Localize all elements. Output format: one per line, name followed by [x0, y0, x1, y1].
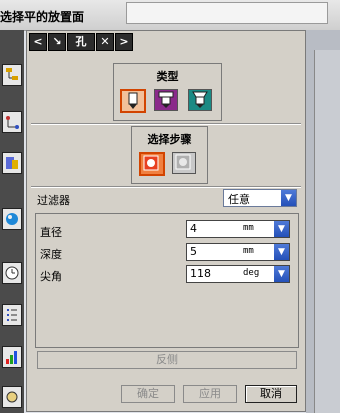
apply-button[interactable]: 应用 — [183, 385, 237, 403]
close-tab-button[interactable]: ✕ — [96, 33, 114, 51]
depth-label: 深度 — [40, 248, 62, 261]
diameter-value: 4 — [190, 222, 197, 235]
left-toolbar — [0, 30, 24, 413]
clock-tool[interactable] — [0, 258, 24, 288]
navigator-icon — [6, 391, 18, 403]
shrink-tab-button[interactable]: ↘ — [48, 33, 66, 51]
layer-icon — [6, 157, 18, 169]
palette-icon — [6, 213, 18, 225]
depth-field[interactable]: 5 mm ▼ — [186, 243, 290, 261]
type-group: 类型 — [113, 63, 222, 121]
chevron-down-icon[interactable]: ▼ — [274, 266, 289, 282]
cancel-button[interactable]: 取消 — [245, 385, 297, 403]
depth-unit: mm — [243, 246, 254, 256]
diameter-unit: mm — [243, 223, 254, 233]
chevron-down-icon[interactable]: ▼ — [274, 221, 289, 237]
diameter-field[interactable]: 4 mm ▼ — [186, 220, 290, 238]
graphics-area-edge — [306, 30, 340, 413]
tree-tool[interactable] — [0, 107, 24, 137]
prev-tab-button[interactable]: < — [29, 33, 47, 51]
through-face-icon — [175, 154, 191, 170]
window-titlebar: 选择平的放置面 — [0, 0, 340, 31]
countersink-hole-icon — [192, 91, 208, 108]
filter-dropdown[interactable]: 任意 ▼ — [223, 189, 297, 207]
list-icon — [7, 309, 17, 321]
filter-value: 任意 — [228, 193, 250, 206]
select-steps-label: 选择步骤 — [147, 133, 192, 146]
countersink-hole-button[interactable] — [188, 89, 212, 111]
simple-hole-button[interactable] — [120, 89, 146, 113]
color-chart-icon — [6, 351, 17, 364]
chevron-down-icon[interactable]: ▼ — [274, 244, 289, 260]
tip-angle-label: 尖角 — [40, 270, 62, 283]
separator — [31, 123, 301, 125]
next-tab-button[interactable]: > — [115, 33, 133, 51]
simple-hole-icon — [128, 92, 138, 109]
through-face-button[interactable] — [172, 152, 196, 174]
list-tool[interactable] — [0, 300, 24, 330]
select-steps-group: 选择步骤 — [131, 126, 208, 184]
chevron-down-icon: ▼ — [281, 190, 296, 206]
clock-icon — [5, 266, 19, 280]
hole-dialog: < ↘ 孔 ✕ > 类型 选择步骤 过滤器 任意 ▼ 直径 4 mm ▼ 深度 … — [26, 30, 306, 412]
ok-button[interactable]: 确定 — [121, 385, 175, 403]
separator — [31, 186, 301, 188]
diameter-label: 直径 — [40, 226, 62, 239]
depth-value: 5 — [190, 245, 197, 258]
color-chart-tool[interactable] — [0, 342, 24, 372]
tree-icon — [6, 116, 19, 129]
tip-angle-value: 118 — [190, 267, 211, 280]
navigator-tool[interactable] — [0, 382, 24, 412]
dialog-tabbar: < ↘ 孔 ✕ > — [29, 33, 133, 51]
layer-tool[interactable] — [0, 148, 24, 178]
window-title: 选择平的放置面 — [0, 10, 85, 24]
placement-face-icon — [143, 155, 159, 171]
graphics-area-panel — [314, 50, 340, 413]
counterbore-hole-button[interactable] — [154, 89, 178, 111]
tip-angle-field[interactable]: 118 deg ▼ — [186, 265, 290, 283]
hierarchy-tool[interactable] — [0, 60, 24, 90]
title-field — [126, 2, 328, 24]
placement-face-button[interactable] — [139, 152, 165, 176]
reverse-side-button[interactable]: 反侧 — [37, 351, 297, 369]
tip-angle-unit: deg — [243, 268, 260, 278]
parameters-panel: 直径 4 mm ▼ 深度 5 mm ▼ 尖角 118 deg ▼ — [35, 213, 299, 348]
hole-tab[interactable]: 孔 — [67, 33, 95, 51]
hierarchy-icon — [6, 68, 18, 80]
filter-label: 过滤器 — [37, 194, 70, 207]
type-group-label: 类型 — [156, 70, 179, 83]
palette-tool[interactable] — [0, 204, 24, 234]
counterbore-hole-icon — [158, 91, 174, 108]
